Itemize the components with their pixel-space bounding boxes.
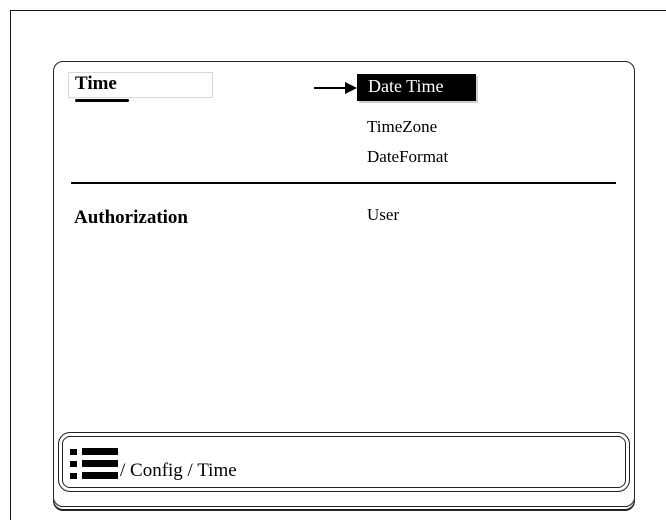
- time-category-underline: [75, 99, 129, 102]
- right-arrow-icon: [314, 82, 357, 94]
- breadcrumb-path: / Config / Time: [120, 460, 237, 481]
- authorization-category-label[interactable]: Authorization: [74, 207, 188, 229]
- list-menu-icon[interactable]: [70, 447, 118, 481]
- menu-item-dateformat[interactable]: DateFormat: [367, 147, 448, 167]
- section-divider: [71, 182, 616, 184]
- menu-item-date-time[interactable]: Date Time: [357, 74, 476, 101]
- time-category-label: Time: [75, 73, 117, 94]
- menu-item-timezone[interactable]: TimeZone: [367, 117, 437, 137]
- menu-item-user[interactable]: User: [367, 205, 399, 225]
